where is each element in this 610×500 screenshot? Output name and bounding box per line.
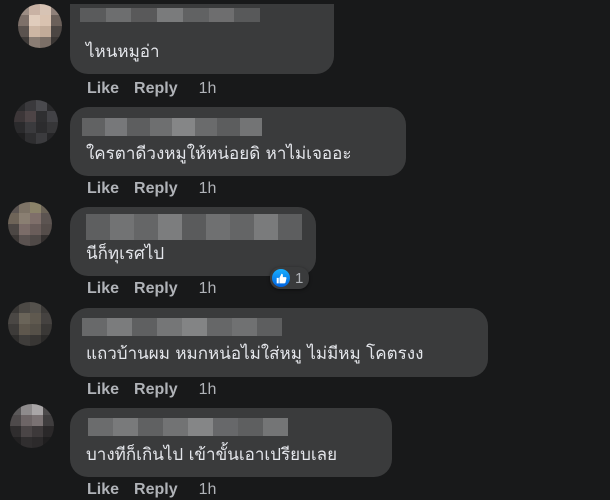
comment-text: แถวบ้านผม หมกหน่อไม่ใส่หมู ไม่มีหมู โคตร…	[86, 344, 424, 364]
reply-button[interactable]: Reply	[134, 481, 178, 499]
like-button[interactable]: Like	[87, 381, 119, 399]
reaction-badge[interactable]: 1	[270, 267, 310, 289]
like-icon	[272, 269, 290, 287]
commenter-name-redacted[interactable]	[86, 214, 302, 240]
comment-timestamp[interactable]: 1h	[199, 481, 217, 499]
reply-button[interactable]: Reply	[134, 80, 178, 98]
comment-text: นีก็ทุเรศไป	[86, 244, 165, 264]
comment-actions: Like Reply 1h	[87, 381, 216, 399]
reply-button[interactable]: Reply	[134, 381, 178, 399]
comment-actions: Like Reply 1h	[87, 80, 216, 98]
like-button[interactable]: Like	[87, 80, 119, 98]
comment-timestamp[interactable]: 1h	[199, 381, 217, 399]
like-button[interactable]: Like	[87, 180, 119, 198]
avatar[interactable]	[18, 4, 62, 48]
commenter-name-redacted[interactable]	[88, 418, 288, 436]
like-button[interactable]: Like	[87, 280, 119, 298]
comment-timestamp[interactable]: 1h	[199, 280, 217, 298]
comment-actions: Like Reply 1h	[87, 180, 216, 198]
comment-timestamp[interactable]: 1h	[199, 80, 217, 98]
comment-actions: Like Reply 1h	[87, 280, 216, 298]
comment-text: ใครตาดีวงหมูให้หน่อยดิ หาไม่เจออะ	[86, 144, 352, 164]
comment-actions: Like Reply 1h	[87, 481, 216, 499]
avatar[interactable]	[8, 202, 52, 246]
comment-text: ไหนหมูอ่า	[86, 42, 160, 62]
commenter-name-redacted[interactable]	[80, 8, 260, 22]
reply-button[interactable]: Reply	[134, 280, 178, 298]
comment-text: บางทีก็เกินไป เข้าขั้นเอาเปรียบเลย	[86, 445, 338, 465]
comment-timestamp[interactable]: 1h	[199, 180, 217, 198]
avatar[interactable]	[14, 100, 58, 144]
reaction-count: 1	[295, 269, 304, 287]
like-button[interactable]: Like	[87, 481, 119, 499]
commenter-name-redacted[interactable]	[82, 318, 282, 336]
avatar[interactable]	[8, 302, 52, 346]
commenter-name-redacted[interactable]	[82, 118, 262, 136]
comment-thread: ไหนหมูอ่า Like Reply 1h ใครตาดีวงหมูให้ห…	[0, 0, 610, 500]
avatar[interactable]	[10, 404, 54, 448]
reply-button[interactable]: Reply	[134, 180, 178, 198]
